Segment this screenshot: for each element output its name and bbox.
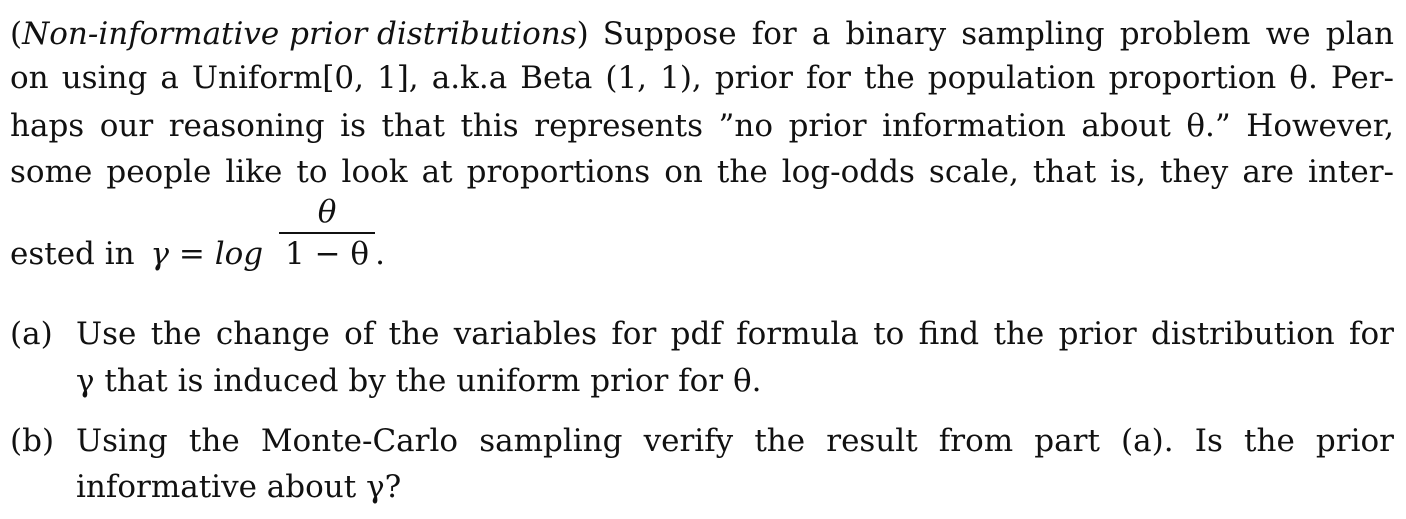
fraction-denominator: 1 − θ [285,236,370,272]
last-line-prefix: ested in [10,235,135,272]
paragraph-line-2: on using a Uniform[0, 1], a.k.a Beta (1,… [10,60,1394,96]
paragraph-line-5: ested in γ = log θ 1 − θ . [10,194,1394,284]
item-a-label: (a) [10,316,53,352]
problem-heading: Non-informative prior distributions [22,16,577,52]
paragraph-line-1: (Non-informative prior distributions) Su… [10,14,1394,54]
item-b-line-1: Using the Monte-Carlo sampling verify th… [76,423,1394,459]
paragraph-line-3: haps our reasoning is that this represen… [10,108,1394,144]
last-line-suffix: . [375,235,385,272]
item-b-label: (b) [10,423,55,459]
paragraph-line-4: some people like to look at proportions … [10,154,1394,190]
item-b-line-2: informative about γ? [76,469,402,505]
paragraph-line-1-text: Suppose for a binary sampling problem we… [602,16,1394,52]
item-a-line-2: γ that is induced by the uniform prior f… [76,363,762,399]
gamma-expression: γ = log [150,235,264,272]
log-odds-fraction: θ 1 − θ [279,192,376,274]
heading-wrapper: (Non-informative prior distributions) [10,16,589,52]
fraction-numerator: θ [317,194,337,230]
item-a-line-1: Use the change of the variables for pdf … [76,316,1394,352]
